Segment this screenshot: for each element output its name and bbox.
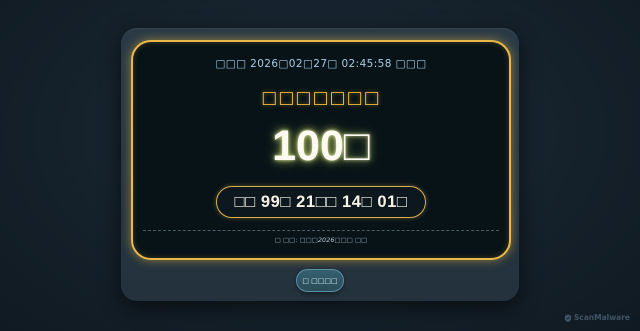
panel-heading: □□□□□□□ — [261, 88, 381, 108]
watermark-text: ScanMalware — [573, 313, 630, 322]
divider — [143, 230, 499, 231]
days-remaining-number: 100□ — [272, 122, 370, 170]
watermark: ScanMalware — [564, 313, 630, 322]
action-button[interactable]: □ □□□□ — [296, 269, 344, 292]
countdown-pill: □□ 99□ 21□□ 14□ 01□ — [216, 186, 426, 218]
footnote-suffix: □□□ □□ — [334, 236, 368, 244]
countdown-timer: □□ 99□ 21□□ 14□ 01□ — [234, 192, 408, 211]
footnote-year: 2026 — [317, 236, 335, 244]
scanmalware-logo-icon — [564, 313, 572, 322]
footnote: □ □□: □□□2026□□□ □□ — [133, 236, 509, 244]
countdown-panel: □□□ 2026□02□27□ 02:45:58 □□□ □□□□□□□ 100… — [131, 40, 511, 260]
footnote-prefix: □ □□: □□□ — [274, 236, 318, 244]
action-button-label: □ □□□□ — [302, 276, 338, 285]
current-datetime: □□□ 2026□02□27□ 02:45:58 □□□ — [215, 58, 427, 70]
